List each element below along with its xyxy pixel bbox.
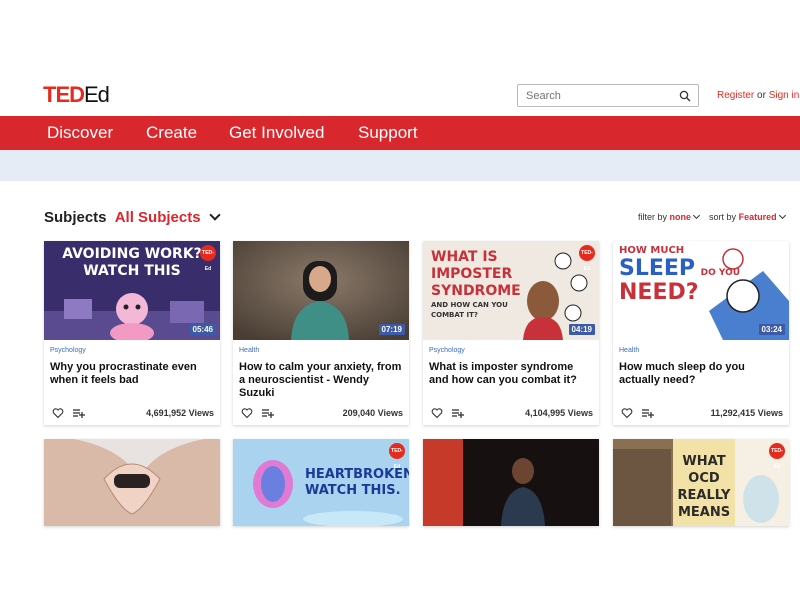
card-footer: 11,292,415 Views: [619, 407, 783, 419]
video-card[interactable]: WHAT OCD REALLY MEANS TED-Ed: [613, 439, 789, 526]
nav-create[interactable]: Create: [146, 123, 197, 143]
search-input[interactable]: [518, 85, 668, 106]
thumbnail-caption: WHAT IS: [431, 249, 498, 265]
teded-badge-icon: TED-Ed: [200, 245, 216, 272]
video-thumbnail[interactable]: HOW MUCH SLEEP DO YOU NEED? 03:24: [613, 241, 789, 340]
thumbnail-caption: AND HOW CAN YOU: [431, 301, 508, 309]
thumbnail-caption: MEANS: [677, 505, 731, 520]
chevron-down-icon[interactable]: [778, 211, 786, 220]
thumbnail-caption: WHAT: [682, 454, 726, 469]
video-category[interactable]: Health: [239, 347, 259, 354]
duration-badge: 03:24: [758, 324, 785, 335]
register-link[interactable]: Register: [717, 90, 754, 101]
card-footer: 4,691,952 Views: [50, 407, 214, 419]
video-card[interactable]: WHAT IS IMPOSTER SYNDROME AND HOW CAN YO…: [423, 241, 599, 425]
chevron-down-icon[interactable]: [692, 211, 701, 220]
signin-link[interactable]: Sign in: [769, 90, 800, 101]
video-category[interactable]: Health: [619, 347, 639, 354]
video-thumbnail[interactable]: WHAT OCD REALLY MEANS TED-Ed: [613, 439, 789, 526]
teded-badge-icon: TED-Ed: [579, 245, 595, 272]
teded-badge-icon: TED-Ed: [389, 443, 405, 470]
video-thumbnail[interactable]: WHAT IS IMPOSTER SYNDROME AND HOW CAN YO…: [423, 241, 599, 340]
thumbnail-caption: NEED?: [619, 280, 699, 305]
subjects-selected[interactable]: All Subjects: [115, 209, 201, 226]
thumbnail-caption: REALLY: [677, 488, 731, 503]
video-thumbnail[interactable]: 07:19: [233, 241, 409, 340]
video-thumbnail[interactable]: [423, 439, 599, 526]
filter-sort-bar: filter by none sort by Featured: [638, 211, 786, 222]
view-count: 209,040 Views: [342, 408, 403, 418]
duration-badge: 04:19: [568, 324, 595, 335]
video-title[interactable]: How much sleep do you actually need?: [619, 361, 784, 387]
auth-or-text: or: [757, 90, 766, 101]
video-title[interactable]: How to calm your anxiety, from a neurosc…: [239, 361, 404, 400]
thumbnail-caption: DO YOU: [700, 268, 741, 278]
video-thumbnail[interactable]: AVOIDING WORK? WATCH THIS TED-Ed 05:46: [44, 241, 220, 340]
sort-value[interactable]: Featured: [739, 212, 777, 222]
view-count: 11,292,415 Views: [710, 408, 783, 418]
view-count: 4,104,995 Views: [525, 408, 593, 418]
duration-badge: 05:46: [189, 324, 216, 335]
thumbnail-caption: HOW MUCH: [619, 245, 685, 256]
subjects-selector[interactable]: Subjects All Subjects: [44, 209, 221, 226]
video-title[interactable]: Why you procrastinate even when it feels…: [50, 361, 215, 387]
thumbnail-caption: COMBAT IT?: [431, 311, 478, 319]
add-to-queue-icon[interactable]: [451, 407, 465, 419]
video-card[interactable]: HOW MUCH SLEEP DO YOU NEED? 03:24 Health…: [613, 241, 789, 425]
chevron-down-icon[interactable]: [209, 209, 221, 221]
heart-icon[interactable]: [431, 407, 443, 419]
thumbnail-caption: SLEEP: [619, 256, 696, 281]
card-footer: 4,104,995 Views: [429, 407, 593, 419]
nav-support[interactable]: Support: [358, 123, 418, 143]
add-to-queue-icon[interactable]: [261, 407, 275, 419]
duration-badge: 07:19: [378, 324, 405, 335]
sort-label: sort by: [709, 212, 737, 222]
speaker-on-stage-photo: [423, 439, 599, 526]
thumbnail-caption: AVOIDING WORK?: [62, 246, 202, 262]
site-header: TEDEd Register or Sign in: [0, 80, 800, 116]
auth-links: Register or Sign in: [717, 90, 799, 101]
video-thumbnail[interactable]: [44, 439, 220, 526]
video-card[interactable]: 07:19 Health How to calm your anxiety, f…: [233, 241, 409, 425]
card-footer: 209,040 Views: [239, 407, 403, 419]
search-icon[interactable]: [679, 90, 691, 102]
video-category[interactable]: Psychology: [429, 347, 465, 354]
search-box: [517, 84, 699, 107]
heart-icon[interactable]: [241, 407, 253, 419]
hands-heart-photo: [44, 439, 220, 526]
thumbnail-caption: WATCH THIS.: [305, 483, 401, 498]
filter-value[interactable]: none: [670, 212, 692, 222]
thumbnail-caption: WATCH THIS: [83, 263, 181, 279]
heart-icon[interactable]: [621, 407, 633, 419]
filter-label: filter by: [638, 212, 668, 222]
video-title[interactable]: What is imposter syndrome and how can yo…: [429, 361, 594, 387]
thumbnail-caption: OCD: [688, 471, 720, 486]
add-to-queue-icon[interactable]: [72, 407, 86, 419]
main-nav: Discover Create Get Involved Support: [0, 116, 800, 150]
thumbnail-caption: IMPOSTER: [431, 266, 513, 282]
video-card[interactable]: AVOIDING WORK? WATCH THIS TED-Ed 05:46 P…: [44, 241, 220, 425]
thumbnail-caption: SYNDROME: [431, 283, 521, 299]
view-count: 4,691,952 Views: [146, 408, 214, 418]
video-card[interactable]: [44, 439, 220, 526]
video-card[interactable]: [423, 439, 599, 526]
nav-get-involved[interactable]: Get Involved: [229, 123, 324, 143]
video-category[interactable]: Psychology: [50, 347, 86, 354]
nav-discover[interactable]: Discover: [47, 123, 113, 143]
subjects-label: Subjects: [44, 209, 107, 226]
heart-icon[interactable]: [52, 407, 64, 419]
announcement-band: [0, 150, 800, 181]
video-card[interactable]: HEARTBROKEN? WATCH THIS. TED-Ed: [233, 439, 409, 526]
video-thumbnail[interactable]: HEARTBROKEN? WATCH THIS. TED-Ed: [233, 439, 409, 526]
teded-badge-icon: TED-Ed: [769, 443, 785, 470]
add-to-queue-icon[interactable]: [641, 407, 655, 419]
teded-logo[interactable]: TEDEd: [43, 82, 110, 108]
